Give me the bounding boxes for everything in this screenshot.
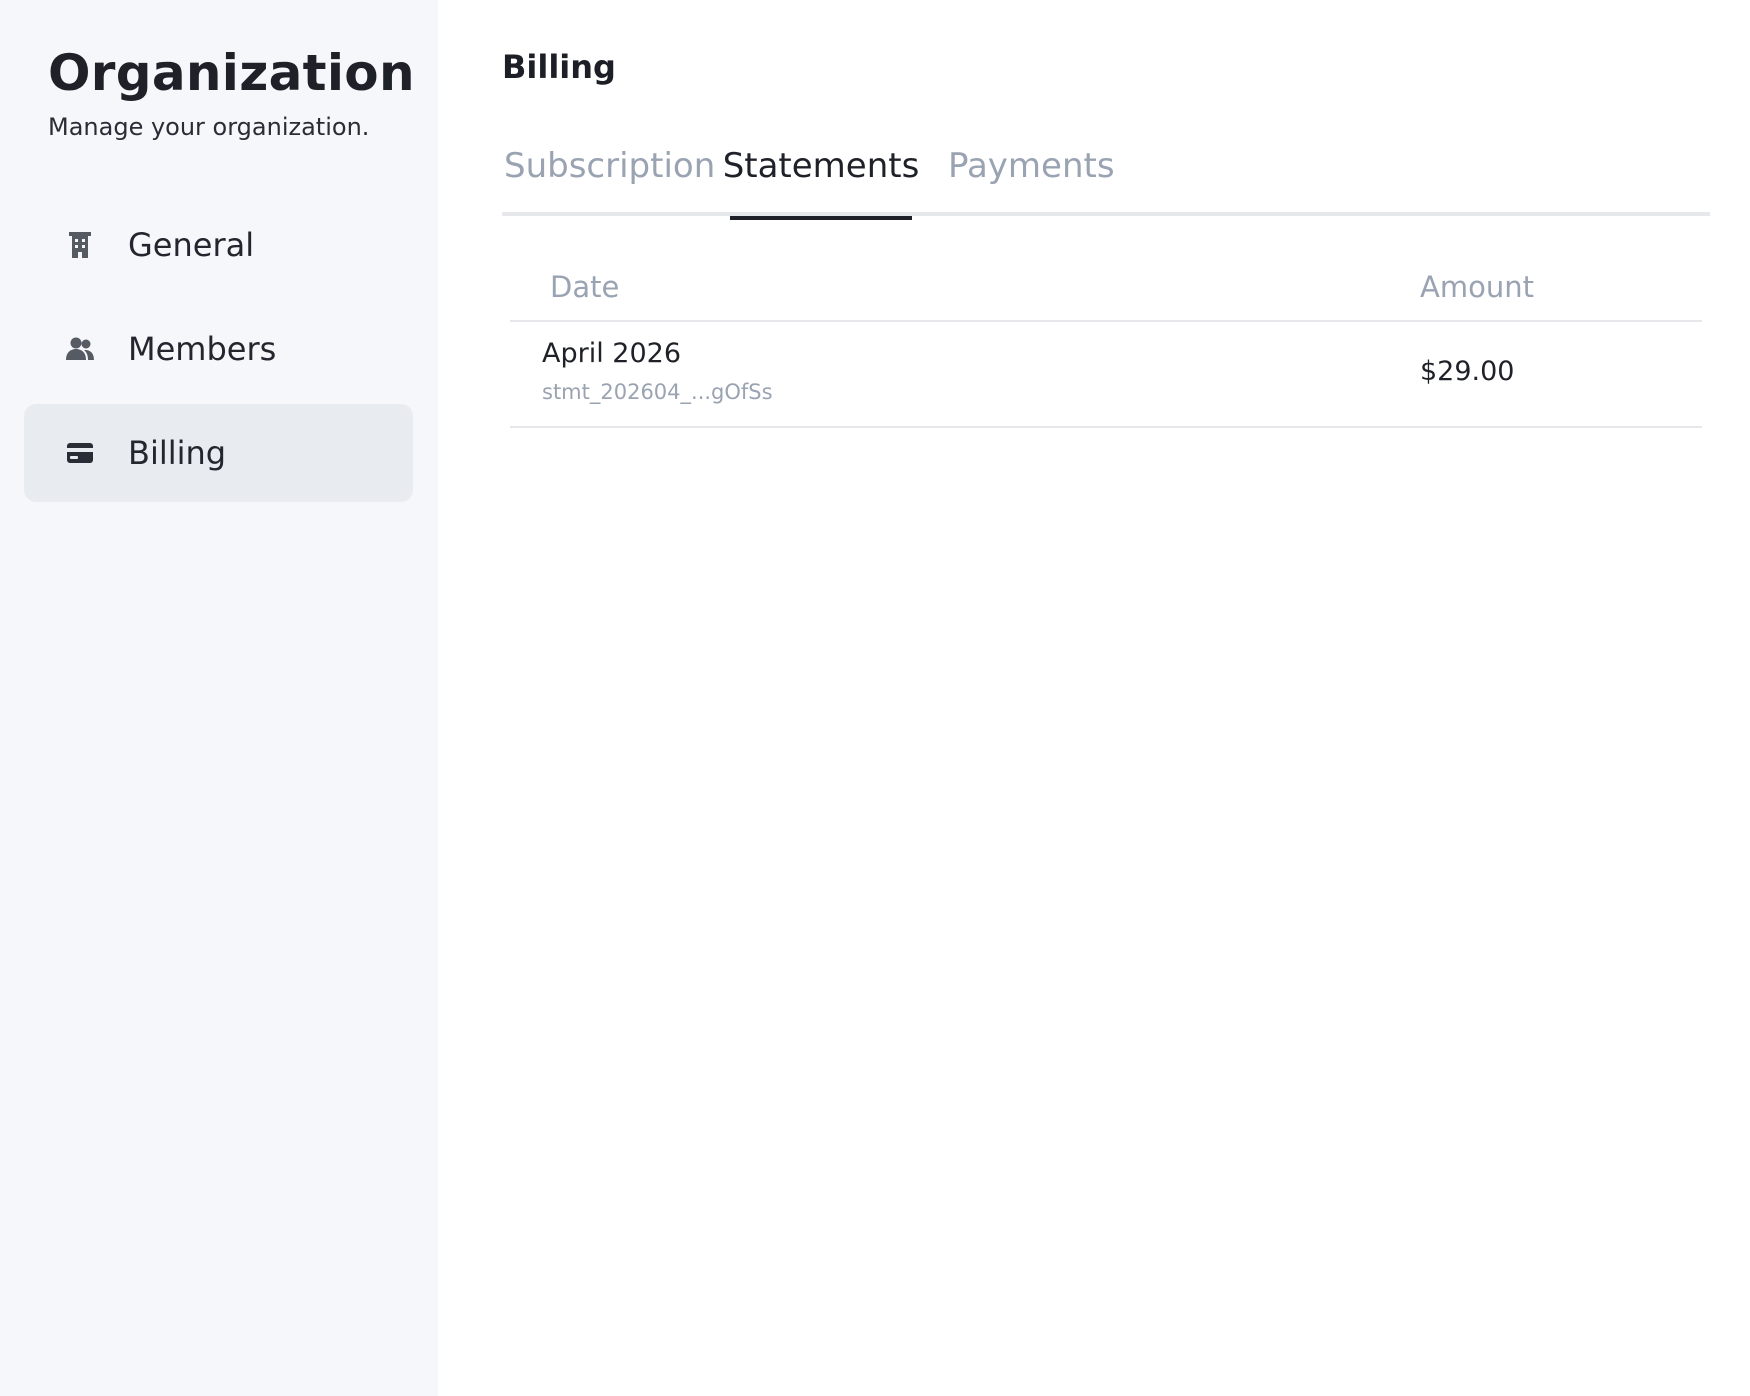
sidebar-subtitle: Manage your organization. [48,113,370,141]
sidebar-item-billing[interactable]: Billing [24,404,413,502]
sidebar-item-label: Billing [128,434,227,472]
statement-date: April 2026 [542,338,682,369]
statements-table-header: Date Amount [510,262,1702,322]
statement-id: stmt_202604_...gOfSs [542,380,773,404]
building-icon [64,229,96,261]
tab-payments[interactable]: Payments [948,138,1115,216]
main-content: Billing Subscription Statements Payments… [438,0,1750,1396]
sidebar-item-members[interactable]: Members [24,300,413,398]
sidebar-item-label: General [128,226,255,264]
column-header-amount: Amount [1420,270,1534,304]
tab-bar: Subscription Statements Payments [502,138,1710,220]
tab-subscription[interactable]: Subscription [504,138,715,216]
tab-statements[interactable]: Statements [723,138,919,220]
app-root: Organization Manage your organization. G… [0,0,1750,1396]
column-header-date: Date [550,270,620,304]
sidebar-item-general[interactable]: General [24,196,413,294]
statement-amount: $29.00 [1420,356,1515,387]
sidebar-item-label: Members [128,330,277,368]
credit-card-icon [64,437,96,469]
tab-label: Subscription [504,146,716,186]
users-icon [64,333,96,365]
active-tab-indicator [730,216,912,220]
table-row[interactable]: April 2026 stmt_202604_...gOfSs $29.00 [510,322,1702,428]
tab-label: Payments [948,146,1115,186]
sidebar: Organization Manage your organization. G… [0,0,438,1396]
tab-label: Statements [722,146,920,186]
sidebar-title: Organization [48,44,415,102]
page-title: Billing [502,48,616,86]
